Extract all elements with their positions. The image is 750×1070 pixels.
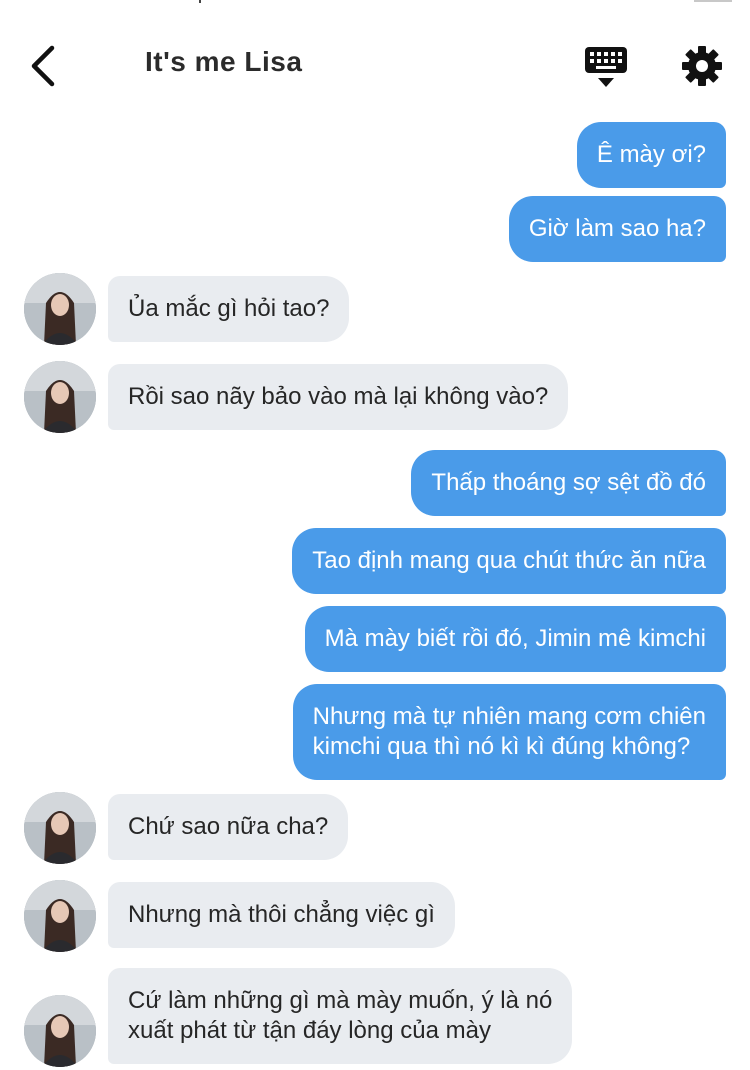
message-text: Tao định mang qua chút thức ăn nữa — [312, 547, 706, 574]
message-text: Thấp thoáng sợ sệt đồ đó — [431, 469, 706, 496]
avatar-image — [24, 880, 96, 952]
message-text-line: kimchi qua thì nó kì kì đúng không? — [312, 733, 691, 760]
avatar[interactable] — [24, 792, 96, 864]
message-text: Chứ sao nữa cha? — [128, 813, 329, 840]
message-text: Giờ làm sao ha? — [528, 215, 706, 242]
avatar[interactable] — [24, 880, 96, 952]
message-text-line: xuất phát từ tận đáy lòng của mày — [128, 1017, 491, 1044]
message-text-line: Nhưng mà tự nhiên mang cơm chiên — [312, 703, 706, 730]
message-text: Mà mày biết rồi đó, Jimin mê kimchi — [324, 625, 706, 652]
message-text: Ủa mắc gì hỏi tao? — [128, 295, 330, 322]
message-bubble-outgoing[interactable]: Nhưng mà tự nhiên mang cơm chiên kimchi … — [292, 684, 726, 780]
message-text: Rồi sao nãy bảo vào mà lại không vào? — [128, 383, 549, 410]
message-text: Nhưng mà thôi chẳng việc gì — [128, 901, 435, 928]
avatar-image — [24, 361, 96, 433]
message-bubble-outgoing[interactable]: Thấp thoáng sợ sệt đồ đó — [411, 450, 726, 516]
chat-title: It's me Lisa — [145, 46, 303, 77]
gear-icon — [682, 46, 722, 86]
avatar[interactable] — [24, 273, 96, 345]
message-bubble-incoming[interactable]: Cứ làm những gì mà mày muốn, ý là nó xuấ… — [108, 968, 573, 1064]
message-text-line: Cứ làm những gì mà mày muốn, ý là nó — [128, 987, 553, 1014]
message-bubble-incoming[interactable]: Ủa mắc gì hỏi tao? — [108, 276, 350, 342]
back-button[interactable] — [24, 42, 64, 90]
message-text: Ê mày ơi? — [596, 141, 706, 168]
status-bar-remnant — [694, 0, 732, 2]
avatar[interactable] — [24, 361, 96, 433]
message-bubble-outgoing[interactable]: Mà mày biết rồi đó, Jimin mê kimchi — [304, 606, 726, 672]
message-bubble-outgoing[interactable]: Giờ làm sao ha? — [508, 196, 726, 262]
message-bubble-incoming[interactable]: Chứ sao nữa cha? — [108, 794, 349, 860]
avatar-image — [24, 995, 96, 1067]
keyboard-hide-icon — [585, 47, 627, 87]
message-bubble-incoming[interactable]: Nhưng mà thôi chẳng việc gì — [108, 882, 455, 948]
keyboard-toggle-button[interactable] — [582, 44, 630, 90]
avatar-image — [24, 792, 96, 864]
avatar[interactable] — [24, 995, 96, 1067]
avatar-image — [24, 273, 96, 345]
chevron-left-icon — [31, 45, 55, 87]
top-bar: It's me Lisa — [0, 0, 750, 110]
settings-button[interactable] — [680, 44, 724, 88]
status-bar-remnant — [199, 0, 201, 3]
message-bubble-outgoing[interactable]: Tao định mang qua chút thức ăn nữa — [292, 528, 726, 594]
message-bubble-incoming[interactable]: Rồi sao nãy bảo vào mà lại không vào? — [108, 364, 569, 430]
message-bubble-outgoing[interactable]: Ê mày ơi? — [576, 122, 726, 188]
